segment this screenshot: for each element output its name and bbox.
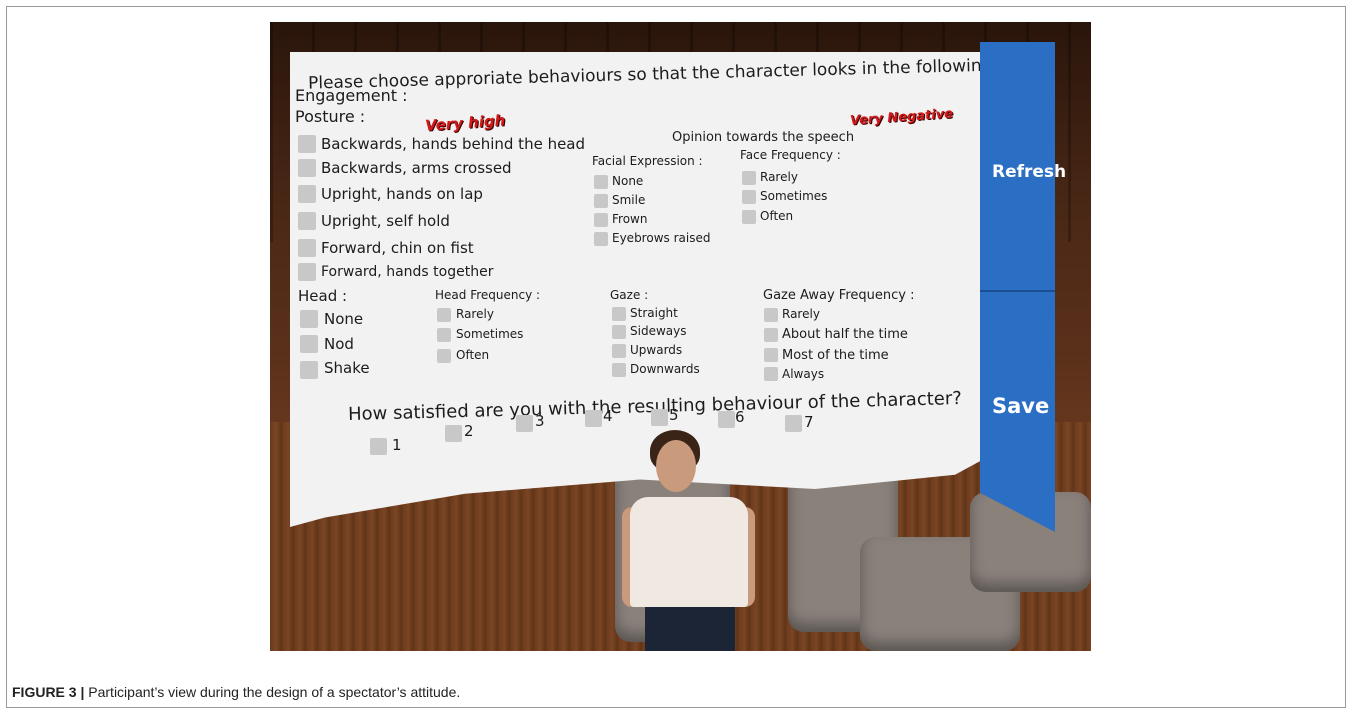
satisfaction-option: 5 (669, 406, 679, 424)
posture-checkbox[interactable] (298, 239, 316, 257)
gaze-label: Gaze : (610, 288, 649, 302)
facial-expression-checkbox[interactable] (594, 213, 608, 227)
posture-checkbox[interactable] (298, 159, 316, 177)
gaze-option: Straight (630, 306, 678, 320)
satisfaction-checkbox[interactable] (370, 438, 387, 455)
gaze-away-frequency-checkbox[interactable] (764, 367, 778, 381)
caption-label: FIGURE 3 | (12, 684, 85, 700)
character-head (656, 440, 696, 492)
head-checkbox[interactable] (300, 335, 318, 353)
posture-checkbox[interactable] (298, 185, 316, 203)
head-frequency-checkbox[interactable] (437, 349, 451, 363)
gaze-away-frequency-checkbox[interactable] (764, 328, 778, 342)
head-frequency-option: Sometimes (456, 327, 524, 341)
gaze-away-frequency-option: About half the time (782, 327, 908, 342)
satisfaction-checkbox[interactable] (585, 410, 602, 427)
facial-expression-option: Frown (612, 212, 648, 226)
figure-caption: FIGURE 3 | Participant’s view during the… (12, 684, 460, 700)
head-label: Head : (298, 287, 348, 305)
satisfaction-checkbox[interactable] (651, 409, 668, 426)
satisfaction-option: 7 (804, 413, 814, 431)
head-checkbox[interactable] (300, 361, 318, 379)
posture-option: Forward, chin on fist (321, 239, 474, 257)
satisfaction-checkbox[interactable] (785, 415, 802, 432)
satisfaction-checkbox[interactable] (718, 411, 735, 428)
refresh-button[interactable]: Refresh (992, 162, 1066, 182)
face-frequency-checkbox[interactable] (742, 190, 756, 204)
gaze-away-frequency-checkbox[interactable] (764, 308, 778, 322)
satisfaction-option: 4 (603, 407, 613, 425)
satisfaction-option: 2 (464, 422, 474, 440)
head-frequency-checkbox[interactable] (437, 328, 451, 342)
head-frequency-label: Head Frequency : (435, 288, 541, 302)
face-frequency-option: Sometimes (760, 189, 828, 203)
facial-expression-checkbox[interactable] (594, 175, 608, 189)
gaze-option: Downwards (630, 362, 700, 376)
side-button-panel (980, 42, 1055, 532)
satisfaction-option: 3 (535, 412, 545, 430)
save-button[interactable]: Save (992, 394, 1049, 418)
gaze-away-frequency-checkbox[interactable] (764, 348, 778, 362)
gaze-away-frequency-option: Most of the time (782, 348, 889, 363)
gaze-option: Upwards (630, 343, 683, 357)
satisfaction-checkbox[interactable] (445, 425, 462, 442)
gaze-away-frequency-option: Always (782, 367, 825, 381)
gaze-away-frequency-label: Gaze Away Frequency : (763, 288, 915, 303)
posture-option: Forward, hands together (321, 264, 494, 280)
gaze-away-frequency-option: Rarely (782, 307, 820, 321)
facial-expression-checkbox[interactable] (594, 232, 608, 246)
posture-checkbox[interactable] (298, 212, 316, 230)
gaze-checkbox[interactable] (612, 363, 626, 377)
posture-checkbox[interactable] (298, 263, 316, 281)
face-frequency-checkbox[interactable] (742, 210, 756, 224)
facial-expression-option: Smile (612, 193, 646, 207)
posture-option: Upright, hands on lap (321, 185, 483, 203)
head-option: None (324, 310, 364, 328)
head-frequency-checkbox[interactable] (437, 308, 451, 322)
posture-option: Backwards, arms crossed (321, 159, 512, 177)
facial-expression-label: Facial Expression : (592, 154, 703, 168)
posture-checkbox[interactable] (298, 135, 316, 153)
face-frequency-option: Often (760, 209, 794, 223)
posture-label: Posture : (295, 107, 366, 126)
head-frequency-option: Rarely (456, 307, 494, 321)
posture-option: Backwards, hands behind the head (321, 135, 586, 153)
face-frequency-option: Rarely (760, 170, 798, 184)
satisfaction-option: 1 (392, 436, 402, 454)
facial-expression-option: Eyebrows raised (612, 231, 711, 245)
gaze-checkbox[interactable] (612, 344, 626, 358)
gaze-checkbox[interactable] (612, 307, 626, 321)
head-option: Nod (324, 335, 354, 353)
head-frequency-option: Often (456, 348, 490, 362)
satisfaction-checkbox[interactable] (516, 415, 533, 432)
character-torso (630, 497, 748, 607)
head-checkbox[interactable] (300, 310, 318, 328)
gaze-option: Sideways (630, 324, 687, 338)
vr-scene: Please choose approriate behaviours so t… (270, 22, 1091, 651)
caption-text: Participant’s view during the design of … (88, 684, 461, 700)
facial-expression-option: None (612, 174, 644, 188)
engagement-label: Engagement : (295, 86, 408, 105)
face-frequency-label: Face Frequency : (740, 148, 841, 162)
satisfaction-option: 6 (735, 408, 745, 426)
face-frequency-checkbox[interactable] (742, 171, 756, 185)
facial-expression-checkbox[interactable] (594, 194, 608, 208)
head-option: Shake (324, 359, 370, 377)
gaze-checkbox[interactable] (612, 325, 626, 339)
posture-option: Upright, self hold (321, 212, 450, 230)
opinion-label: Opinion towards the speech (672, 130, 855, 145)
side-divider (980, 290, 1055, 292)
